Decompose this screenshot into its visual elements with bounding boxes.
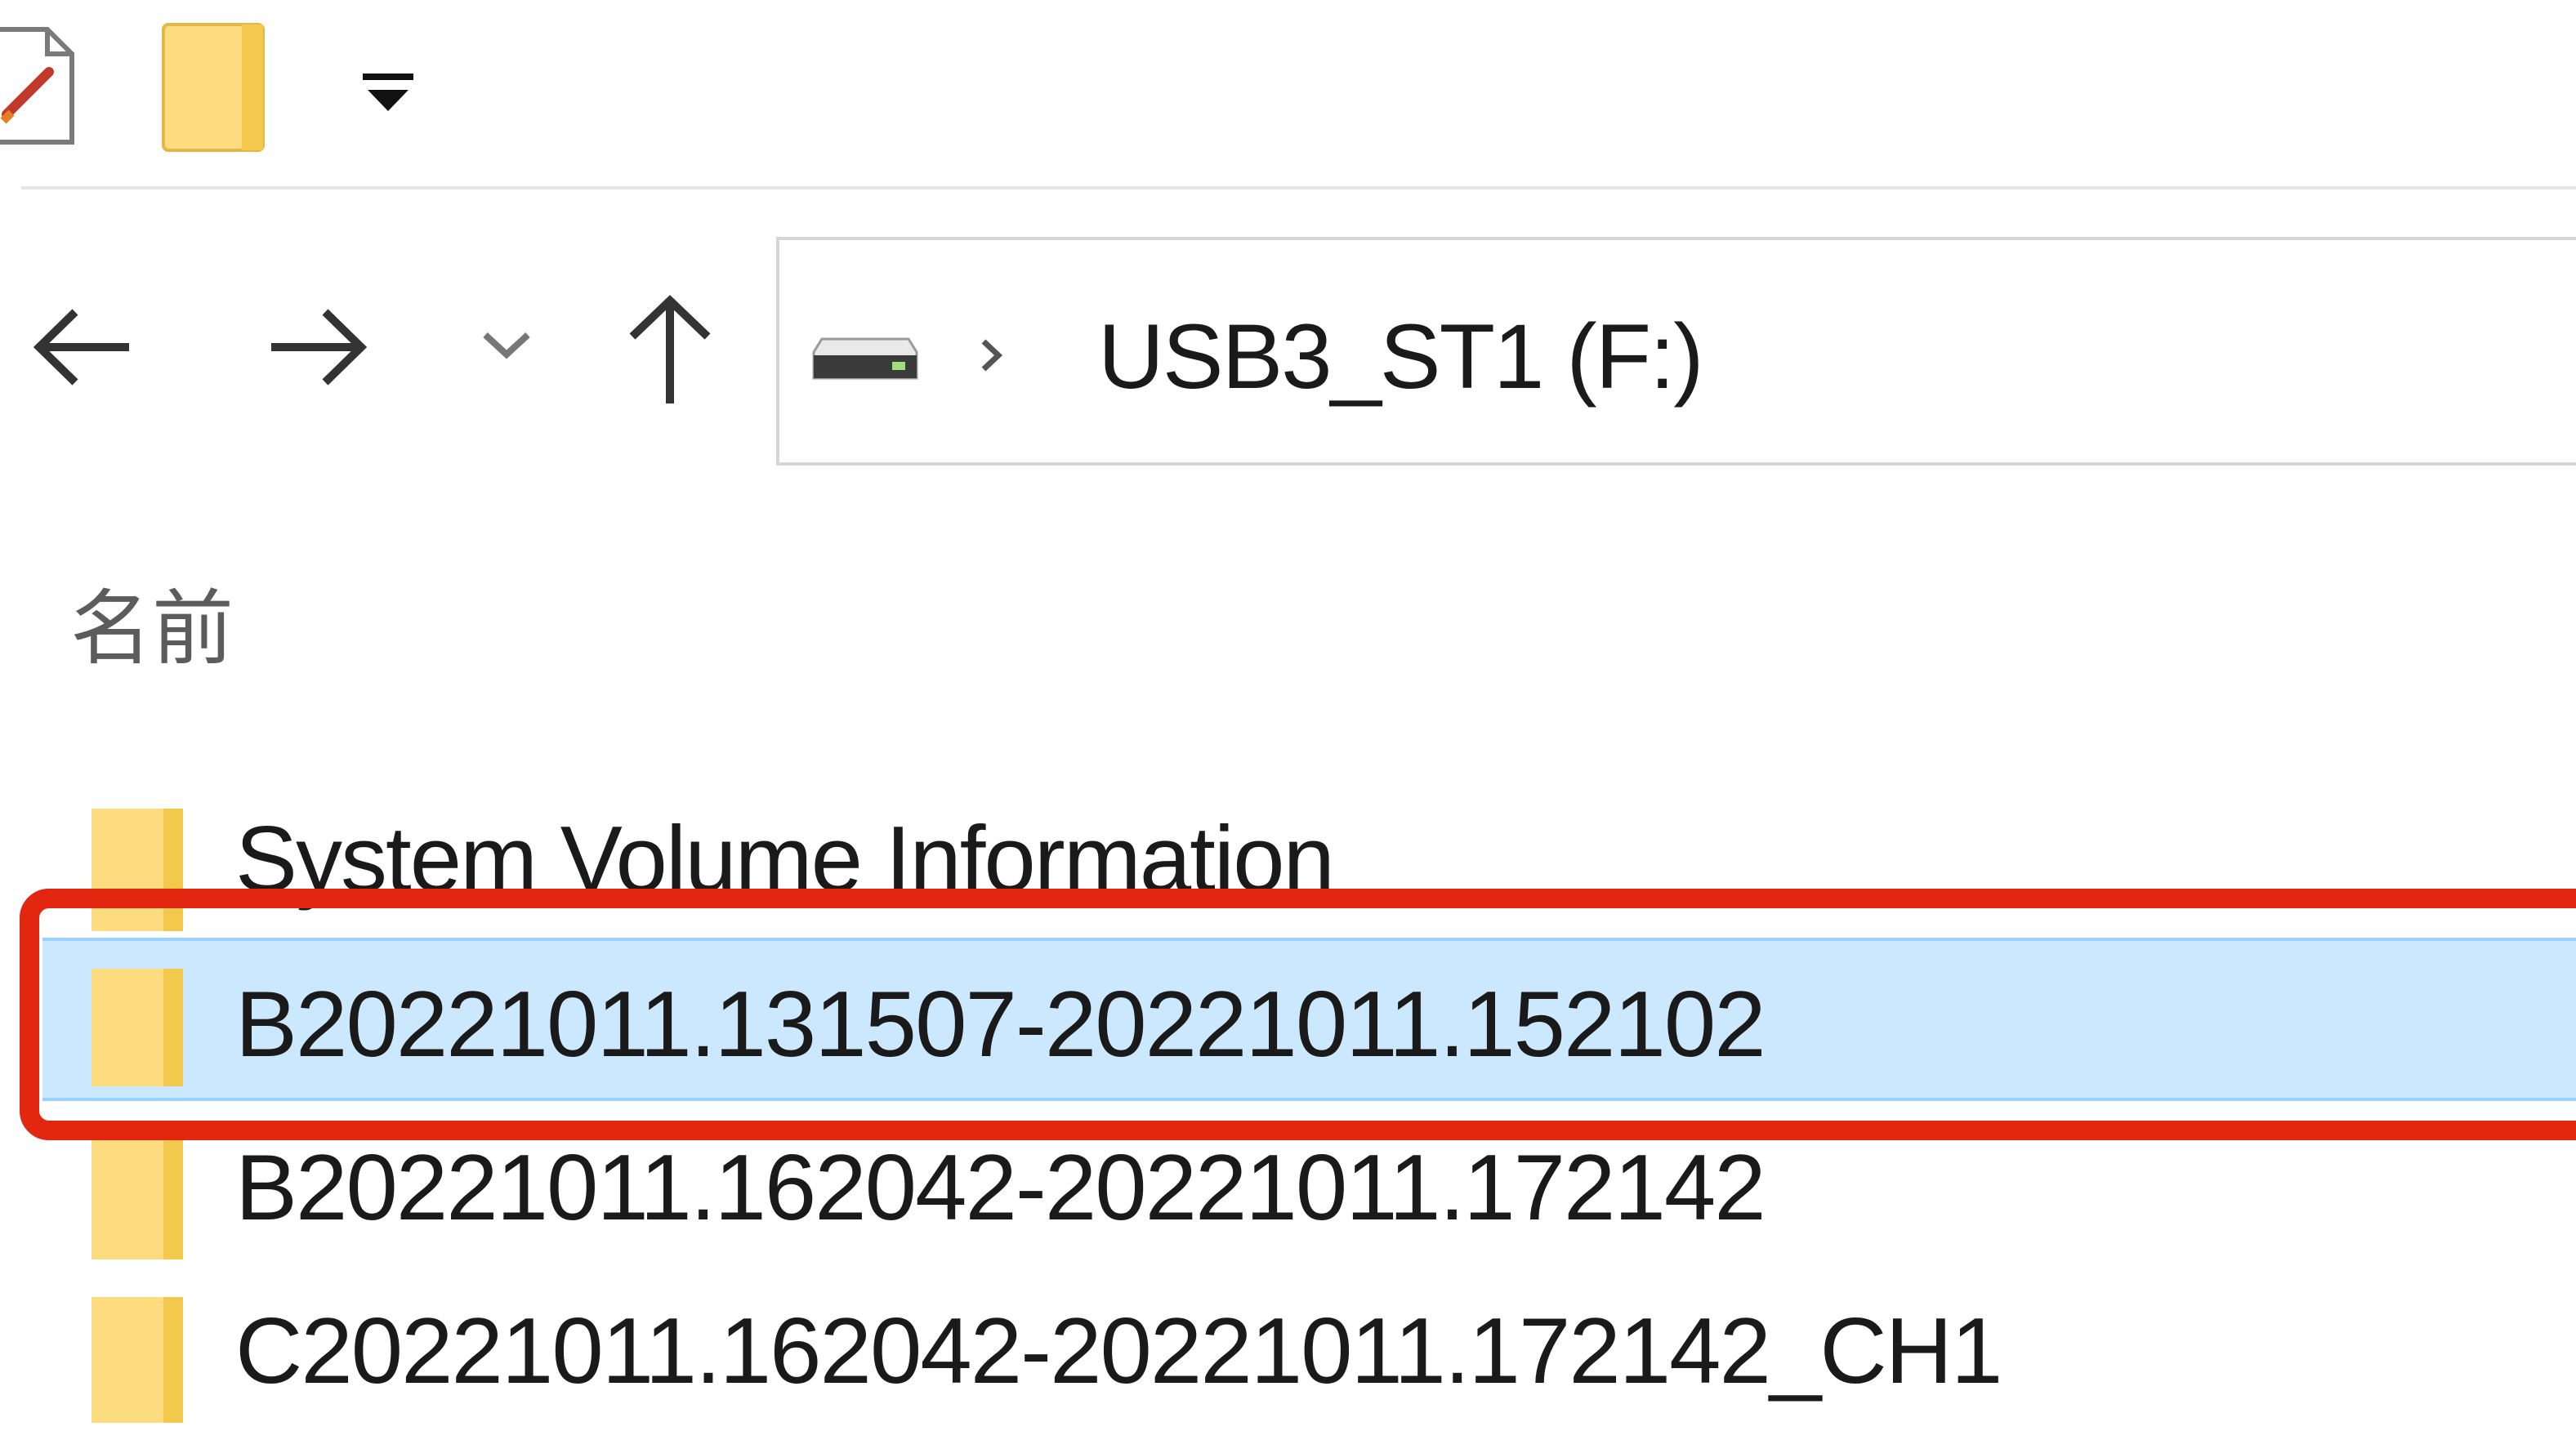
recent-locations-button[interactable]	[474, 319, 539, 376]
file-name: B20221011.162042-20221011.172142	[235, 1136, 1766, 1240]
usb-drive-icon	[810, 334, 920, 383]
quick-access-toolbar	[0, 0, 2576, 188]
folder-icon	[88, 1121, 232, 1268]
folder-icon	[88, 1284, 232, 1431]
address-bar[interactable]: USB3_ST1 (F:)	[776, 237, 2576, 466]
folder-icon	[88, 957, 232, 1104]
navigation-bar: USB3_ST1 (F:)	[0, 229, 2576, 474]
column-header-name[interactable]: 名前	[70, 572, 234, 686]
arrow-right-icon	[271, 309, 368, 386]
file-name: B20221011.131507-20221011.152102	[235, 973, 1766, 1077]
list-item[interactable]: C20221011.162042-20221011.172142_CH1	[42, 1268, 2576, 1423]
forward-button[interactable]	[261, 302, 376, 392]
chevron-down-icon	[483, 332, 530, 359]
folder-icon	[88, 792, 232, 939]
properties-icon[interactable]	[0, 25, 80, 147]
back-button[interactable]	[25, 302, 139, 392]
toolbar-divider	[21, 186, 2576, 189]
list-item[interactable]: System Volume Information	[42, 776, 2576, 931]
breadcrumb-location[interactable]: USB3_ST1 (F:)	[1098, 296, 1704, 418]
breadcrumb-separator[interactable]	[975, 327, 1008, 384]
customize-dropdown-icon[interactable]	[359, 69, 417, 126]
file-name: System Volume Information	[235, 808, 1335, 912]
new-folder-icon[interactable]	[160, 21, 266, 154]
file-name: C20221011.162042-20221011.172142_CH1	[235, 1299, 2002, 1403]
arrow-up-icon	[629, 295, 711, 403]
list-item[interactable]: B20221011.162042-20221011.172142	[42, 1104, 2576, 1268]
arrow-left-icon	[33, 309, 129, 386]
up-button[interactable]	[621, 286, 719, 408]
list-item-selected[interactable]: B20221011.131507-20221011.152102	[42, 938, 2576, 1101]
